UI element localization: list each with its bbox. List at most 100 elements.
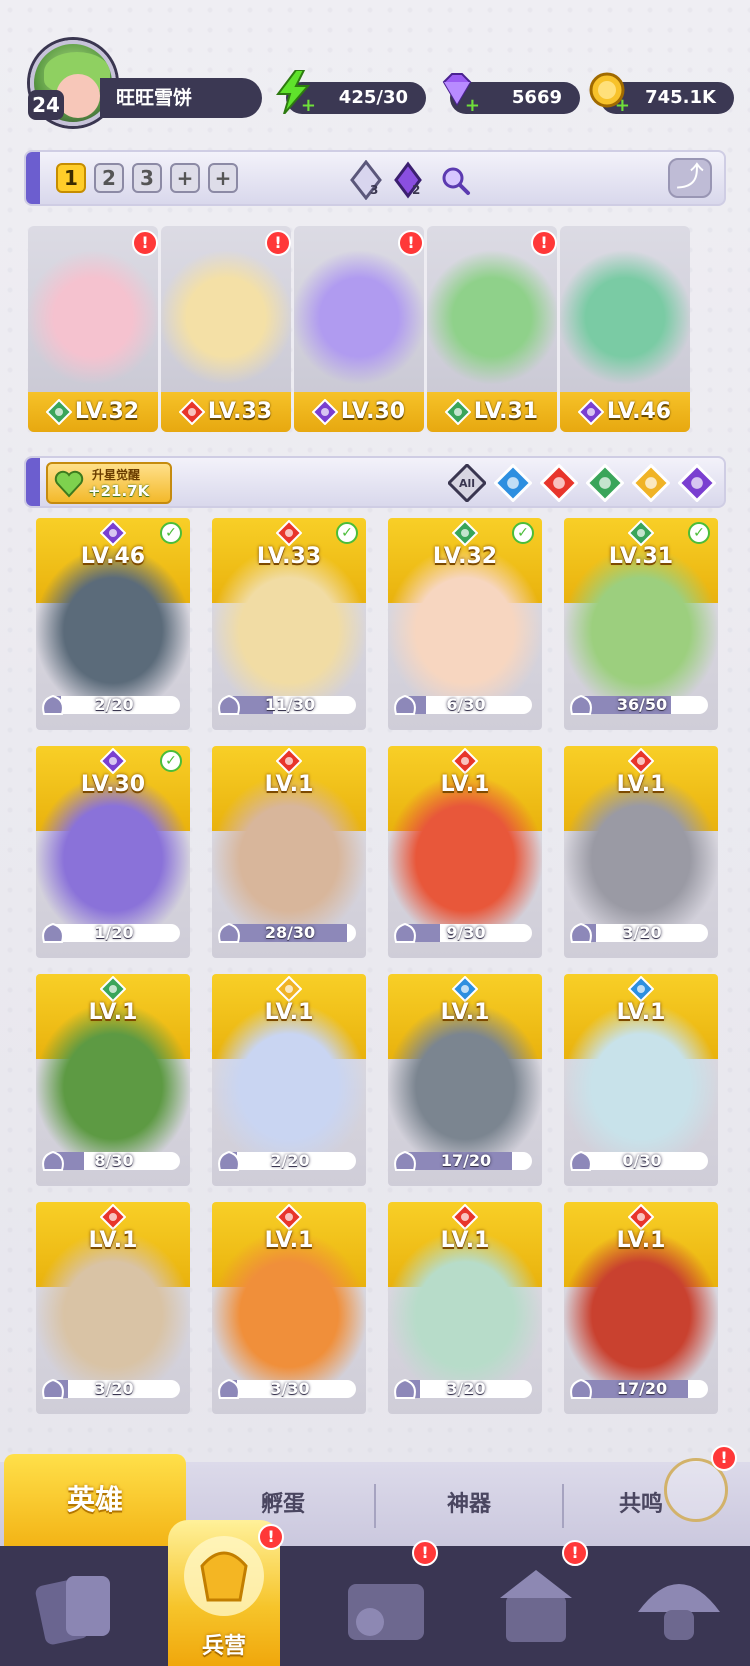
hero-card[interactable]: LV.1 0/30 (564, 974, 718, 1186)
filter-light-icon[interactable] (632, 464, 670, 502)
gem-counter[interactable]: + 5669 (442, 73, 580, 115)
fragment-icon (570, 1378, 592, 1399)
cards-icon[interactable] (26, 1562, 136, 1652)
hero-card[interactable]: LV.32 ✓ 6/30 (388, 518, 542, 730)
hero-card[interactable]: LV.46 ✓ 2/20 (36, 518, 190, 730)
team-tab-add[interactable]: + (208, 163, 238, 193)
awaken-title: 升星觉醒 (92, 468, 141, 482)
gold-counter[interactable]: + 745.1K (589, 72, 734, 115)
hero-level: LV.1 (264, 1228, 314, 1253)
hero-card[interactable]: LV.1 3/20 (36, 1202, 190, 1414)
fragment-count: 8/30 (94, 1152, 134, 1170)
hero-portrait (564, 548, 718, 698)
hero-card[interactable]: LV.31 ✓ 36/50 (564, 518, 718, 730)
player-name[interactable]: 旺旺雪饼 (100, 78, 262, 118)
team-counter-a[interactable]: 3 (346, 159, 386, 201)
hero-card[interactable]: LV.1 3/30 (212, 1202, 366, 1414)
lineup-slot[interactable]: LV.30! (294, 226, 424, 432)
fragment-icon (570, 922, 592, 943)
plus-icon[interactable]: + (300, 97, 316, 115)
hero-card[interactable]: LV.33 ✓ 11/30 (212, 518, 366, 730)
hero-level: LV.32 (432, 544, 498, 569)
fragment-icon (394, 1378, 416, 1399)
awaken-button[interactable]: 升星觉醒 +21.7K (46, 462, 172, 504)
team-tab-3[interactable]: 3 (132, 163, 162, 193)
dark-element-icon (578, 399, 604, 425)
hero-card[interactable]: LV.30 ✓ 1/20 (36, 746, 190, 958)
water-element-icon (452, 976, 478, 1002)
filter-fire-icon[interactable] (540, 464, 578, 502)
hero-portrait (212, 1232, 366, 1382)
magnifier-icon[interactable] (436, 160, 476, 200)
team-tab-1[interactable]: 1 (56, 163, 86, 193)
hero-level: LV.31 (608, 544, 674, 569)
energy-counter[interactable]: + 425/30 (276, 70, 426, 115)
tab-hero[interactable]: 英雄 (4, 1454, 186, 1546)
filter-dark-icon[interactable] (678, 464, 716, 502)
fragment-count: 3/20 (94, 1380, 134, 1398)
energy-value: 425/30 (338, 87, 408, 108)
fire-element-icon (276, 520, 302, 546)
alert-badge: ! (265, 230, 291, 256)
fire-element-icon (179, 399, 205, 425)
heart-icon (54, 470, 84, 498)
gold-value: 745.1K (645, 87, 716, 108)
wind-element-icon (452, 520, 478, 546)
hero-card[interactable]: LV.1 17/20 (388, 974, 542, 1186)
hero-card[interactable]: LV.1 2/20 (212, 974, 366, 1186)
hero-card[interactable]: LV.1 3/20 (388, 1202, 542, 1414)
filter-all-button[interactable]: All (448, 464, 486, 502)
share-button[interactable]: ⤴ (668, 158, 712, 198)
tab-divider (562, 1484, 564, 1528)
hero-level: LV.1 (440, 1000, 490, 1025)
team-tab-2[interactable]: 2 (94, 163, 124, 193)
hero-portrait (564, 1004, 718, 1154)
shrine-icon[interactable] (480, 1562, 590, 1652)
hero-card[interactable]: LV.1 9/30 (388, 746, 542, 958)
hero-level: LV.1 (88, 1228, 138, 1253)
player-level-badge: 24 (28, 90, 64, 120)
plus-icon[interactable]: + (464, 97, 480, 115)
hero-card[interactable]: LV.1 28/30 (212, 746, 366, 958)
lineup-slot[interactable]: LV.46 (560, 226, 690, 432)
fire-element-icon (452, 748, 478, 774)
plus-icon[interactable]: + (614, 97, 630, 115)
deployed-check-icon: ✓ (688, 522, 710, 544)
nav-barracks[interactable]: ! 兵营 (168, 1520, 284, 1666)
top-bar: 旺旺雪饼 24 + 425/30 + 5669 + 745.1K (0, 0, 750, 130)
filter-wind-icon[interactable] (586, 464, 624, 502)
fragment-icon (394, 1150, 416, 1171)
resonance-shortcut-button[interactable]: ! (664, 1445, 737, 1522)
lineup-slot[interactable]: LV.31! (427, 226, 557, 432)
bottom-nav: ! ! (0, 1540, 750, 1666)
fragment-count: 9/30 (446, 924, 486, 942)
book-icon[interactable] (330, 1562, 440, 1652)
lineup-slot[interactable]: LV.33! (161, 226, 291, 432)
hero-portrait (388, 776, 542, 926)
team-counter-b[interactable]: 2 (388, 160, 428, 200)
lineup-row: LV.32! LV.33! LV.30! LV.31! LV.46 (28, 226, 724, 432)
fire-element-icon (628, 748, 654, 774)
hero-card[interactable]: LV.1 17/20 (564, 1202, 718, 1414)
lineup-slot[interactable]: LV.32! (28, 226, 158, 432)
fragment-count: 2/20 (270, 1152, 310, 1170)
wind-element-icon (46, 399, 72, 425)
hero-level: LV.1 (440, 1228, 490, 1253)
filter-bar: 升星觉醒 +21.7K All (24, 456, 726, 508)
hero-portrait (388, 548, 542, 698)
filter-water-icon[interactable] (494, 464, 532, 502)
crystal-icon: 3 (350, 159, 382, 201)
hero-portrait (212, 548, 366, 698)
tab-artifact[interactable]: 神器 (376, 1480, 562, 1530)
hero-level: LV.1 (264, 1000, 314, 1025)
hero-portrait (564, 776, 718, 926)
hero-portrait (212, 776, 366, 926)
deployed-check-icon: ✓ (512, 522, 534, 544)
gem-value: 5669 (511, 87, 562, 108)
mushroom-icon[interactable] (624, 1562, 734, 1652)
fragment-icon (218, 694, 240, 715)
team-tab-add[interactable]: + (170, 163, 200, 193)
hero-card[interactable]: LV.1 3/20 (564, 746, 718, 958)
hero-card[interactable]: LV.1 8/30 (36, 974, 190, 1186)
fragment-icon (42, 1378, 64, 1399)
